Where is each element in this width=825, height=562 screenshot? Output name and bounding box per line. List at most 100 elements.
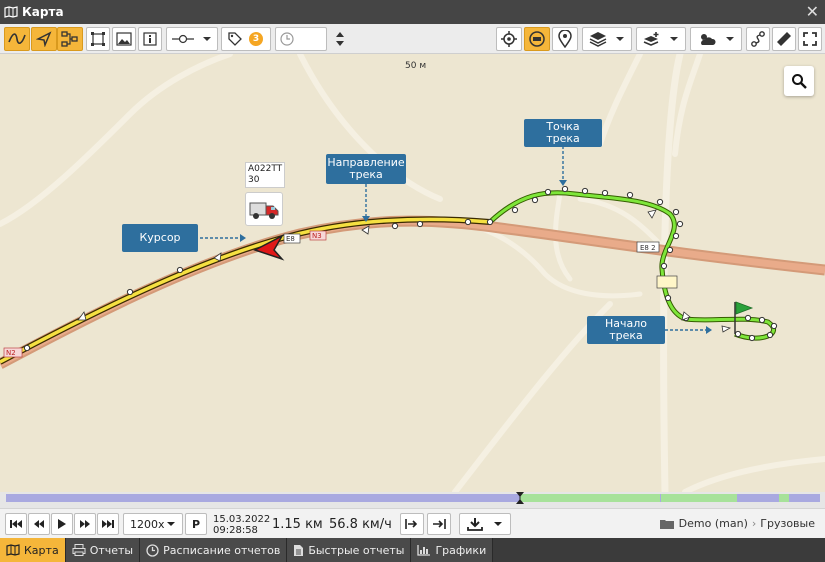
layers-dropdown[interactable] (582, 27, 632, 51)
timeline-bar[interactable] (0, 492, 825, 508)
track-point[interactable] (486, 218, 494, 226)
track-point[interactable] (544, 188, 552, 196)
layers-plus-icon (643, 32, 659, 46)
time-stepper[interactable] (329, 27, 351, 51)
unit-name-label[interactable]: A022TT 30 (245, 162, 285, 188)
window-title: Карта (22, 5, 64, 19)
route-nodes-icon (61, 31, 78, 47)
chevron-down-icon (670, 37, 678, 41)
tags-button[interactable]: 3 (221, 27, 271, 51)
fullscreen-button[interactable] (798, 27, 822, 51)
track-point[interactable] (511, 206, 519, 214)
breadcrumb-group[interactable]: Грузовые (760, 517, 815, 530)
weather-icon (701, 34, 716, 45)
navigation-arrow-icon (36, 31, 52, 47)
track-point[interactable] (126, 288, 134, 296)
truck-icon (249, 202, 279, 219)
units-layer-button[interactable] (524, 27, 550, 51)
tab-quick-reports[interactable]: Быстрые отчеты (287, 538, 412, 562)
track-point[interactable] (581, 187, 589, 195)
rewind-icon (34, 520, 44, 528)
updown-arrows-icon (336, 32, 344, 46)
map-search-button[interactable] (784, 66, 814, 96)
skip-start-icon (10, 520, 22, 528)
track-point[interactable] (531, 196, 539, 204)
document-icon (294, 544, 304, 556)
playback-distance: 1.15 км (272, 517, 323, 532)
skip-start-button[interactable] (5, 513, 27, 535)
tab-report-schedule[interactable]: Расписание отчетов (140, 538, 288, 562)
skip-end-button[interactable] (97, 513, 119, 535)
track-point[interactable] (656, 198, 664, 206)
rewind-button[interactable] (28, 513, 50, 535)
jump-to-position-button[interactable] (400, 513, 424, 535)
track-point[interactable] (666, 246, 674, 254)
chevron-down-icon (616, 37, 624, 41)
download-dropdown[interactable] (459, 513, 511, 535)
tag-count-badge: 3 (249, 32, 263, 46)
track-point[interactable] (676, 220, 684, 228)
weather-dropdown[interactable] (690, 27, 742, 51)
track-point[interactable] (748, 334, 756, 342)
app-window: Карта ✕ 3 E8 N3 E8 2 N2 50 м A022TT 30 К… (0, 0, 825, 562)
track-point[interactable] (23, 344, 31, 352)
time-field[interactable] (275, 27, 327, 51)
tab-reports[interactable]: Отчеты (65, 538, 141, 562)
ruler-button[interactable] (772, 27, 796, 51)
track-point[interactable] (561, 185, 569, 193)
breadcrumb-user[interactable]: Demo (man) (679, 517, 748, 530)
download-icon (467, 518, 483, 531)
callout-track-point: Точка трека (524, 119, 602, 147)
route-button[interactable] (746, 27, 770, 51)
map-viewport[interactable]: E8 N3 E8 2 N2 50 м A022TT 30 Курсор Напр… (0, 54, 825, 492)
parking-button[interactable]: P (185, 513, 207, 535)
track-point[interactable] (416, 220, 424, 228)
crosshair-icon (501, 31, 517, 47)
jump-to-end-button[interactable] (427, 513, 451, 535)
route-tool-button[interactable] (57, 27, 83, 51)
track-point[interactable] (672, 232, 680, 240)
unit-sub: 30 (248, 175, 260, 185)
tab-charts[interactable]: Графики (411, 538, 494, 562)
callout-arrowhead (240, 234, 246, 242)
area-select-icon (91, 32, 105, 46)
add-layer-dropdown[interactable] (636, 27, 686, 51)
track-point[interactable] (464, 218, 472, 226)
road-shield-label: E8 (286, 235, 295, 243)
track-point[interactable] (672, 208, 680, 216)
track-point[interactable] (766, 331, 774, 339)
navigation-tool-button[interactable] (31, 27, 57, 51)
select-area-button[interactable] (86, 27, 110, 51)
timeline-segment (779, 494, 789, 502)
layers-icon (589, 32, 607, 47)
map-scale: 50 м (405, 61, 427, 71)
title-bar: Карта ✕ (0, 0, 825, 24)
unit-marker[interactable] (245, 192, 283, 226)
track-tool-button[interactable] (4, 27, 30, 51)
geofence-button[interactable] (552, 27, 578, 51)
tab-label: Графики (435, 543, 487, 557)
track-point[interactable] (758, 316, 766, 324)
point-style-dropdown[interactable] (166, 27, 218, 51)
track-point[interactable] (391, 222, 399, 230)
track-point[interactable] (601, 189, 609, 197)
track-point[interactable] (744, 314, 752, 322)
track-point[interactable] (770, 322, 778, 330)
ruler-icon (777, 32, 791, 46)
fullscreen-icon (803, 32, 817, 46)
info-button[interactable] (138, 27, 162, 51)
track-point[interactable] (660, 262, 668, 270)
play-button[interactable] (51, 513, 73, 535)
chevron-down-icon (167, 522, 175, 526)
speed-dropdown[interactable]: 1200x (123, 513, 183, 535)
track-point[interactable] (664, 294, 672, 302)
fast-forward-button[interactable] (74, 513, 96, 535)
locate-button[interactable] (496, 27, 522, 51)
track-point[interactable] (626, 191, 634, 199)
track-point[interactable] (176, 266, 184, 274)
playback-speed: 56.8 км/ч (329, 517, 392, 532)
image-button[interactable] (112, 27, 136, 51)
tab-map[interactable]: Карта (0, 538, 66, 562)
track-point[interactable] (734, 330, 742, 338)
close-button[interactable]: ✕ (806, 2, 819, 22)
